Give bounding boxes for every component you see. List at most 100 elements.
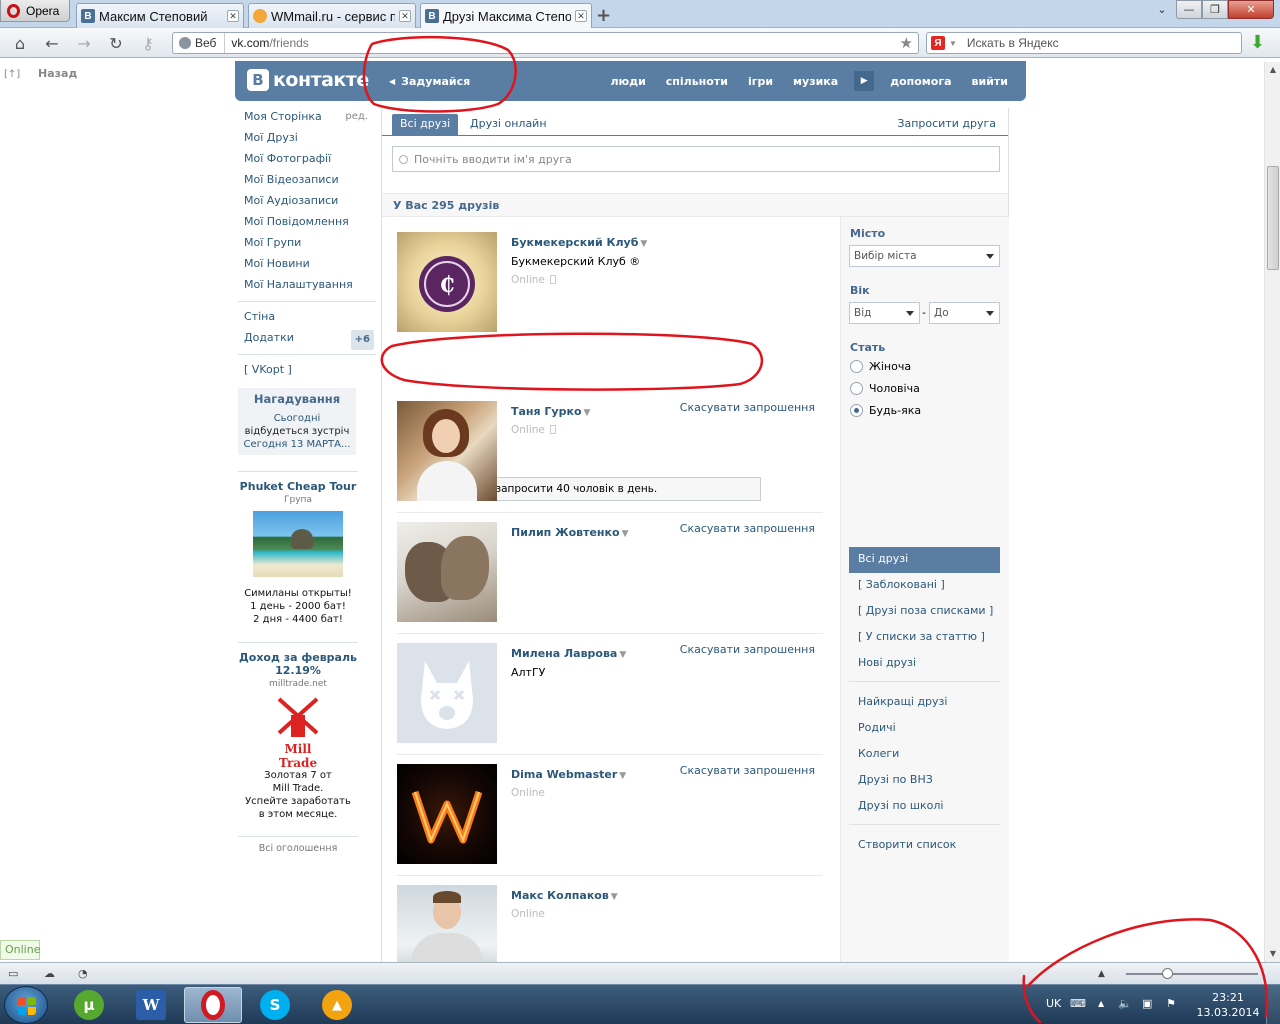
scroll-up-icon[interactable]: ▲ bbox=[1266, 62, 1280, 78]
home-icon[interactable]: ⌂ bbox=[10, 34, 30, 53]
age-from-select[interactable]: Від bbox=[849, 302, 920, 324]
create-list-link[interactable]: Створити список bbox=[849, 833, 1000, 859]
page-scrollbar[interactable]: ▲ ▼ bbox=[1264, 62, 1280, 962]
list-university[interactable]: Друзі по ВНЗ bbox=[849, 768, 1000, 794]
list-relatives[interactable]: Родичі bbox=[849, 716, 1000, 742]
menu-my-settings[interactable]: Мої Налаштування bbox=[238, 276, 376, 297]
scroll-thumb[interactable] bbox=[1267, 166, 1279, 270]
bookmark-star-icon[interactable]: ★ bbox=[900, 34, 913, 52]
scroll-down-icon[interactable]: ▼ bbox=[1266, 946, 1280, 962]
list-best-friends[interactable]: Найкращі друзі bbox=[849, 690, 1000, 716]
dropdown-triangle-icon[interactable]: ▼ bbox=[584, 408, 591, 418]
new-tab-icon[interactable]: + bbox=[596, 5, 611, 26]
taskbar-opera[interactable] bbox=[184, 987, 242, 1023]
cancel-invite-link[interactable]: Скасувати запрошення bbox=[680, 643, 815, 656]
status-back-link[interactable]: ◀ Задумайся bbox=[389, 69, 470, 93]
language-indicator[interactable]: UK bbox=[1046, 997, 1061, 1010]
friend-search-input[interactable]: Почніть вводити ім'я друга bbox=[392, 146, 1000, 172]
dropdown-triangle-icon[interactable]: ▼ bbox=[611, 892, 618, 902]
forward-icon[interactable]: → bbox=[74, 34, 94, 53]
menu-wall[interactable]: Стіна bbox=[238, 308, 376, 329]
download-icon[interactable]: ⬇ bbox=[1250, 33, 1268, 53]
dropdown-triangle-icon[interactable]: ▼ bbox=[622, 529, 629, 539]
avatar[interactable] bbox=[397, 522, 497, 622]
cancel-invite-link[interactable]: Скасувати запрошення bbox=[680, 522, 815, 535]
sex-female-radio[interactable]: Жіноча bbox=[850, 360, 911, 373]
invite-friend-link[interactable]: Запросити друга bbox=[897, 114, 996, 134]
dropdown-triangle-icon[interactable]: ▼ bbox=[619, 650, 626, 660]
back-link[interactable]: [↑] Назад bbox=[4, 66, 77, 80]
zoom-up-icon[interactable]: ▲ bbox=[1098, 969, 1105, 979]
taskbar-aimp[interactable]: ▲ bbox=[308, 987, 366, 1023]
ad-block-phuket[interactable]: Phuket Cheap Tour Група Симиланы открыты… bbox=[238, 471, 358, 637]
dropdown-triangle-icon[interactable]: ▼ bbox=[619, 771, 626, 781]
start-button[interactable] bbox=[4, 986, 48, 1024]
avatar[interactable] bbox=[397, 643, 497, 743]
age-to-select[interactable]: До bbox=[929, 302, 1000, 324]
ad-image-beach[interactable] bbox=[253, 511, 343, 577]
audio-play-icon[interactable]: ▶ bbox=[854, 71, 875, 91]
yandex-search-field[interactable]: Я ▼ Искать в Яндекс bbox=[926, 32, 1242, 54]
nav-help[interactable]: допомога bbox=[890, 75, 951, 88]
tab-close-icon[interactable]: ✕ bbox=[399, 10, 411, 22]
edit-link[interactable]: ред. bbox=[345, 108, 368, 126]
menu-my-messages[interactable]: Мої Повідомлення bbox=[238, 213, 376, 234]
address-web-badge[interactable]: Веб bbox=[173, 33, 226, 53]
panel-toggle-icon[interactable]: ▭ bbox=[8, 967, 18, 980]
friend-name[interactable]: Таня Гурко ▼ bbox=[511, 405, 590, 418]
nav-logout[interactable]: вийти bbox=[972, 75, 1008, 88]
menu-my-friends[interactable]: Мої Друзі bbox=[238, 129, 376, 150]
reminder-event-link[interactable]: Сегодня 13 МАРТА... bbox=[238, 438, 356, 451]
volume-icon[interactable]: 🔈 bbox=[1118, 997, 1132, 1010]
menu-vkopt[interactable]: [ VKopt ] bbox=[238, 361, 376, 382]
tab-all-friends[interactable]: Всі друзі bbox=[392, 114, 459, 136]
browser-tab-3-active[interactable]: В Друзі Максима Степо... ✕ bbox=[420, 3, 592, 28]
ad-image-milltrade[interactable]: Mill Trade bbox=[267, 693, 329, 770]
all-ads-link[interactable]: Всі оголошення bbox=[238, 836, 358, 854]
avatar[interactable] bbox=[397, 401, 497, 501]
search-engine-dropdown-icon[interactable]: ▼ bbox=[949, 39, 957, 48]
list-all-friends[interactable]: Всі друзі bbox=[849, 547, 1000, 573]
minimize-icon[interactable]: — bbox=[1176, 0, 1202, 19]
zoom-slider-knob[interactable] bbox=[1162, 968, 1173, 979]
action-center-flag-icon[interactable]: ⚑ bbox=[1166, 997, 1176, 1010]
dropdown-triangle-icon[interactable]: ▼ bbox=[640, 239, 647, 249]
menu-my-audio[interactable]: Мої Аудіозаписи bbox=[238, 192, 376, 213]
ad-title[interactable]: Доход за февраль 12.19% bbox=[238, 651, 358, 677]
cancel-invite-link[interactable]: Скасувати запрошення bbox=[680, 401, 815, 414]
menu-my-news[interactable]: Мої Новини bbox=[238, 255, 376, 276]
avatar[interactable] bbox=[397, 764, 497, 864]
system-clock[interactable]: 23:21 13.03.2014 bbox=[1193, 990, 1263, 1020]
browser-tab-2[interactable]: WMmail.ru - сервис п... ✕ bbox=[248, 3, 416, 28]
keyboard-icon[interactable]: ⌨ bbox=[1070, 997, 1086, 1010]
nav-communities[interactable]: спільноти bbox=[666, 75, 728, 88]
list-school[interactable]: Друзі по школі bbox=[849, 794, 1000, 820]
opera-unite-cloud-icon[interactable]: ☁ bbox=[44, 967, 55, 980]
ad-title[interactable]: Phuket Cheap Tour bbox=[238, 480, 358, 493]
tab-friends-online[interactable]: Друзі онлайн bbox=[462, 114, 555, 136]
network-icon[interactable]: ▣ bbox=[1142, 997, 1152, 1010]
tab-close-icon[interactable]: ✕ bbox=[227, 10, 239, 22]
show-hidden-icons[interactable]: ▲ bbox=[1098, 999, 1104, 1008]
taskbar-utorrent[interactable]: µ bbox=[60, 987, 118, 1023]
restore-icon[interactable]: ❐ bbox=[1202, 0, 1228, 19]
avatar[interactable] bbox=[397, 885, 497, 964]
turbo-gauge-icon[interactable]: ◔ bbox=[78, 967, 88, 980]
address-url[interactable]: vk.com/friends bbox=[225, 36, 308, 50]
taskbar-skype[interactable]: S bbox=[246, 987, 304, 1023]
friend-name[interactable]: Макс Колпаков ▼ bbox=[511, 889, 618, 902]
taskbar-word[interactable]: W bbox=[122, 987, 180, 1023]
friend-name[interactable]: Dima Webmaster ▼ bbox=[511, 768, 626, 781]
browser-tab-1[interactable]: В Максим Степовий ✕ bbox=[76, 3, 244, 28]
menu-my-page[interactable]: Моя Сторінка ред. bbox=[238, 108, 376, 129]
menu-my-photos[interactable]: Мої Фотографії bbox=[238, 150, 376, 171]
menu-my-groups[interactable]: Мої Групи bbox=[238, 234, 376, 255]
list-unlisted[interactable]: [ Друзі поза списками ] bbox=[849, 599, 1000, 625]
nav-music[interactable]: музика bbox=[793, 75, 838, 88]
vk-logo[interactable]: В контакте bbox=[247, 69, 369, 91]
address-field[interactable]: Веб vk.com/friends ★ bbox=[172, 32, 919, 54]
list-colleagues[interactable]: Колеги bbox=[849, 742, 1000, 768]
reload-icon[interactable]: ↻ bbox=[106, 34, 126, 53]
opera-menu-button[interactable]: Opera bbox=[0, 0, 70, 22]
show-desktop-button[interactable] bbox=[1266, 985, 1280, 1024]
